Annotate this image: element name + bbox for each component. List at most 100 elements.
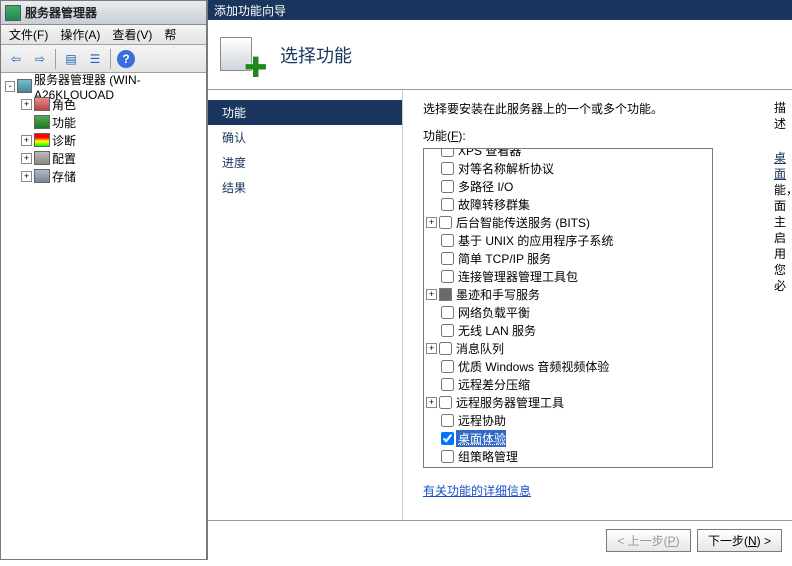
feature-row[interactable]: 网络负载平衡 [426, 303, 710, 321]
expand-icon[interactable]: + [21, 135, 32, 146]
feature-checkbox[interactable] [439, 216, 452, 229]
feature-details-link[interactable]: 有关功能的详细信息 [423, 482, 778, 499]
description-panel: 描述 桌面 能， 面主 启用 您必 [774, 100, 792, 294]
checkbox-partial-icon[interactable] [439, 288, 452, 301]
features-list-label: 功能(F): [423, 127, 778, 144]
feature-label[interactable]: 连接管理器管理工具包 [456, 268, 578, 285]
feature-label[interactable]: XPS 查看器 [456, 148, 521, 159]
menu-view[interactable]: 查看(V) [108, 24, 156, 45]
feature-label[interactable]: 组策略管理 [456, 448, 518, 465]
feature-label[interactable]: 多路径 I/O [456, 178, 513, 195]
expand-icon[interactable]: + [426, 343, 437, 354]
feature-label[interactable]: 无线 LAN 服务 [456, 322, 536, 339]
feature-checkbox[interactable] [441, 180, 454, 193]
server-manager-titlebar: 服务器管理器 [1, 1, 206, 25]
collapse-icon[interactable]: - [5, 81, 15, 92]
feature-checkbox[interactable] [441, 252, 454, 265]
wizard-body: 功能 确认 进度 结果 选择要安装在此服务器上的一个或多个功能。 功能(F): … [208, 90, 792, 520]
feature-checkbox[interactable] [441, 234, 454, 247]
feature-checkbox[interactable] [441, 432, 454, 445]
feature-label[interactable]: 远程服务器管理工具 [454, 394, 564, 411]
spacer [426, 199, 439, 210]
feature-label[interactable]: 对等名称解析协议 [456, 160, 554, 177]
server-manager-icon [5, 5, 21, 21]
spacer [426, 325, 439, 336]
wizard-header-title: 选择功能 [280, 42, 352, 68]
properties-button[interactable]: ☰ [84, 48, 106, 70]
feature-row[interactable]: 多路径 I/O [426, 177, 710, 195]
feature-row[interactable]: + 远程服务器管理工具 [426, 393, 710, 411]
feature-label[interactable]: 远程协助 [456, 412, 506, 429]
wizard-header: ✚ 选择功能 [208, 20, 792, 90]
feature-row[interactable]: 远程差分压缩 [426, 375, 710, 393]
features-listbox[interactable]: WinRM IIS 扩展WINS 服务器XPS 查看器对等名称解析协议多路径 I… [423, 148, 713, 468]
feature-label[interactable]: 远程差分压缩 [456, 376, 530, 393]
feature-checkbox[interactable] [441, 414, 454, 427]
feature-checkbox[interactable] [441, 324, 454, 337]
tree-node-diagnostics[interactable]: + 诊断 [3, 131, 204, 149]
roles-icon [34, 97, 50, 111]
feature-row[interactable]: 简单 TCP/IP 服务 [426, 249, 710, 267]
feature-row[interactable]: + 消息队列 [426, 339, 710, 357]
spacer [426, 379, 439, 390]
feature-row[interactable]: XPS 查看器 [426, 148, 710, 159]
feature-row[interactable]: 远程协助 [426, 411, 710, 429]
feature-label[interactable]: 后台智能传送服务 (BITS) [454, 214, 590, 231]
feature-checkbox[interactable] [441, 450, 454, 463]
feature-label[interactable]: 基于 UNIX 的应用程序子系统 [456, 232, 613, 249]
spacer [426, 451, 439, 462]
feature-checkbox[interactable] [441, 306, 454, 319]
feature-checkbox[interactable] [441, 148, 454, 157]
menu-action[interactable]: 操作(A) [56, 24, 104, 45]
step-confirm[interactable]: 确认 [208, 125, 402, 150]
feature-row[interactable]: 故障转移群集 [426, 195, 710, 213]
features-icon [34, 115, 50, 129]
menu-file[interactable]: 文件(F) [5, 24, 52, 45]
show-hide-button[interactable]: ▤ [60, 48, 82, 70]
spacer [426, 361, 439, 372]
feature-row[interactable]: + 后台智能传送服务 (BITS) [426, 213, 710, 231]
feature-row[interactable]: + 墨迹和手写服务 [426, 285, 710, 303]
wizard-steps: 功能 确认 进度 结果 [208, 90, 403, 520]
feature-row[interactable]: 桌面体验 [426, 429, 710, 447]
feature-label[interactable]: 故障转移群集 [456, 196, 530, 213]
feature-checkbox[interactable] [439, 396, 452, 409]
tree-node-configuration[interactable]: + 配置 [3, 149, 204, 167]
feature-checkbox[interactable] [441, 360, 454, 373]
expand-icon[interactable]: + [426, 289, 437, 300]
feature-label[interactable]: 网络负载平衡 [456, 304, 530, 321]
feature-row[interactable]: 优质 Windows 音频视频体验 [426, 357, 710, 375]
feature-label[interactable]: 消息队列 [454, 340, 504, 357]
feature-row[interactable]: 组策略管理 [426, 447, 710, 465]
expand-icon[interactable]: + [21, 99, 32, 110]
feature-label[interactable]: 简单 TCP/IP 服务 [456, 250, 551, 267]
tree-node-features[interactable]: 功能 [3, 113, 204, 131]
expand-icon[interactable]: + [426, 217, 437, 228]
feature-label[interactable]: 墨迹和手写服务 [454, 286, 540, 303]
configuration-icon [34, 151, 50, 165]
feature-checkbox[interactable] [441, 270, 454, 283]
feature-label[interactable]: 桌面体验 [456, 430, 506, 447]
expand-icon[interactable]: + [426, 397, 437, 408]
feature-row[interactable]: 对等名称解析协议 [426, 159, 710, 177]
back-button[interactable]: ⇦ [5, 48, 27, 70]
step-progress[interactable]: 进度 [208, 150, 402, 175]
feature-row[interactable]: 无线 LAN 服务 [426, 321, 710, 339]
help-button[interactable]: ? [115, 48, 137, 70]
feature-label[interactable]: 优质 Windows 音频视频体验 [456, 358, 609, 375]
feature-checkbox[interactable] [441, 198, 454, 211]
expand-icon[interactable]: + [21, 153, 32, 164]
expand-icon[interactable]: + [21, 171, 32, 182]
tree-node-storage[interactable]: + 存储 [3, 167, 204, 185]
next-button[interactable]: 下一步(N) > [697, 529, 782, 552]
forward-button[interactable]: ⇨ [29, 48, 51, 70]
feature-checkbox[interactable] [441, 162, 454, 175]
feature-checkbox[interactable] [441, 378, 454, 391]
feature-checkbox[interactable] [439, 342, 452, 355]
feature-row[interactable]: 基于 UNIX 的应用程序子系统 [426, 231, 710, 249]
feature-row[interactable]: 连接管理器管理工具包 [426, 267, 710, 285]
tree-root[interactable]: - 服务器管理器 (WIN-A26KLOUOAD [3, 77, 204, 95]
step-features[interactable]: 功能 [208, 100, 402, 125]
step-results[interactable]: 结果 [208, 175, 402, 200]
menu-help[interactable]: 帮 [160, 24, 180, 45]
